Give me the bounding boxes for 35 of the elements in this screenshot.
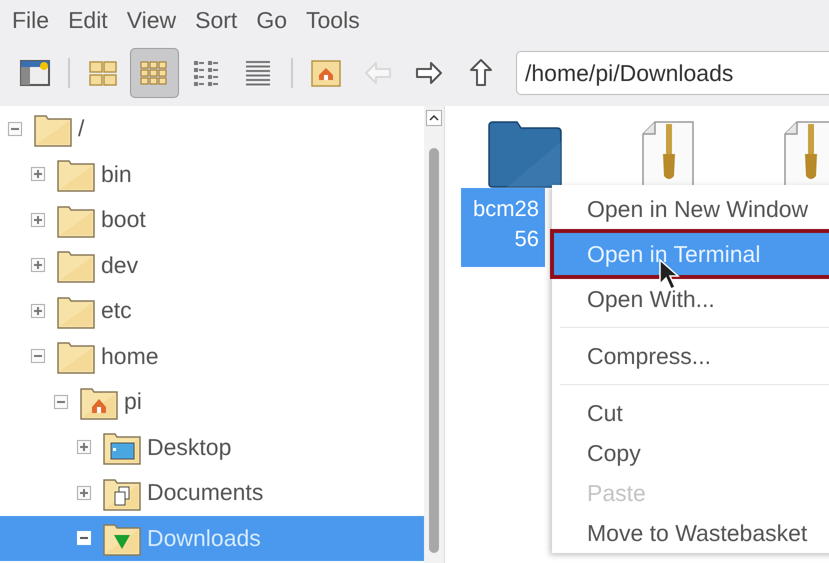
expand-icon[interactable]: [77, 486, 91, 500]
expand-icon[interactable]: [31, 212, 45, 227]
tree-item-label[interactable]: home: [101, 342, 159, 370]
expand-icon[interactable]: [31, 167, 45, 182]
path-field[interactable]: /home/pi/Downloads: [516, 51, 829, 95]
scrollbar-thumb[interactable]: [429, 148, 439, 553]
menu-item[interactable]: Compress...: [552, 336, 829, 376]
tree-item-label[interactable]: bin: [101, 160, 132, 188]
menu-item[interactable]: File: [12, 6, 50, 34]
tree-item-label[interactable]: Documents: [147, 479, 264, 506]
menu-item[interactable]: Edit: [68, 6, 108, 34]
menu-item[interactable]: View: [126, 6, 176, 34]
menu-item[interactable]: Open With...: [552, 279, 829, 319]
collapse-icon[interactable]: [54, 394, 68, 409]
menu-item[interactable]: Move to Wastebasket: [552, 513, 829, 553]
tree-item-label[interactable]: Desktop: [147, 434, 232, 461]
tree-item-label[interactable]: boot: [101, 206, 146, 234]
menu-item[interactable]: Open in New Window: [552, 189, 829, 229]
scroll-up-icon[interactable]: [426, 110, 442, 126]
menu-item[interactable]: Tools: [306, 6, 360, 34]
menu-item[interactable]: Cut: [552, 393, 829, 433]
expand-icon[interactable]: [31, 258, 45, 272]
expand-icon[interactable]: [77, 440, 91, 454]
tree-item-label[interactable]: dev: [101, 252, 138, 279]
folder-icon[interactable]: [487, 120, 563, 188]
menu-item[interactable]: Sort: [195, 6, 238, 34]
menu-item[interactable]: Copy: [552, 433, 829, 473]
menu-item[interactable]: Go: [256, 6, 288, 34]
collapse-icon[interactable]: [8, 122, 22, 136]
scrollbar[interactable]: [424, 106, 444, 563]
expand-icon[interactable]: [31, 304, 45, 318]
tree-item-label[interactable]: pi: [124, 388, 142, 416]
tree-item-label[interactable]: etc: [101, 297, 132, 324]
tree-item-label[interactable]: /: [78, 115, 84, 142]
collapse-icon[interactable]: [31, 349, 45, 364]
